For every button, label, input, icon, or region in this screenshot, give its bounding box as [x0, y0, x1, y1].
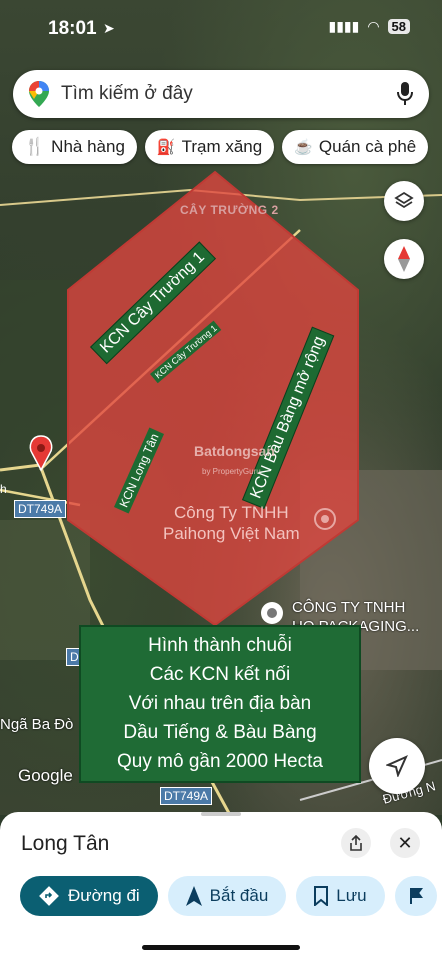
flag-icon: [409, 888, 423, 904]
chip-label: Nhà hàng: [51, 137, 125, 156]
chip-label: Trạm xăng: [181, 137, 263, 156]
google-logo: Google: [18, 766, 73, 785]
road-shield-dt749a-2: DT749A: [160, 787, 213, 805]
category-chips: 🍴 Nhà hàng ⛽ Trạm xăng ☕ Quán cà phê: [12, 130, 429, 164]
maps-pin-icon: [29, 81, 49, 107]
map-label-nga-ba: Ngã Ba Đò: [0, 716, 74, 733]
fork-knife-icon: 🍴: [24, 137, 46, 156]
place-title: Long Tân: [21, 832, 110, 855]
start-label: Bắt đầu: [209, 886, 269, 905]
paihong-line1: Công Ty TNHH: [174, 503, 289, 522]
bottom-sheet[interactable]: Long Tân ✕ Đường đi Bắt đầu Lưu: [0, 812, 442, 960]
compass-button[interactable]: [384, 239, 424, 279]
overlay-caption: Hình thành chuỗi Các KCN kết nối Với nha…: [79, 625, 361, 783]
action-row: Đường đi Bắt đầu Lưu: [20, 876, 437, 916]
layers-icon: [394, 191, 414, 209]
compass-icon: [398, 246, 410, 272]
caption-line-2: Các KCN kết nối: [149, 664, 291, 685]
microphone-icon[interactable]: [397, 82, 413, 106]
company-line1: CÔNG TY TNHH: [292, 599, 406, 616]
directions-button[interactable]: Đường đi: [20, 876, 158, 916]
search-bar[interactable]: Tìm kiếm ở đây: [13, 70, 429, 118]
map-label-cay-truong-2: CÂY TRƯỜNG 2: [180, 203, 279, 217]
search-input[interactable]: Tìm kiếm ở đây: [61, 83, 193, 105]
save-label: Lưu: [336, 886, 367, 905]
navigation-arrow-icon: [386, 755, 408, 777]
layers-button[interactable]: [384, 181, 424, 221]
status-right: ▮▮▮▮ ◠ 58: [328, 18, 410, 35]
share-icon: [350, 835, 362, 851]
bookmark-icon: [314, 886, 329, 906]
map-label-paihong: Công Ty TNHH Paihong Việt Nam: [163, 502, 300, 544]
status-time: 18:01: [48, 18, 97, 39]
company-pin-icon: [261, 602, 283, 624]
watermark-logo: Batdongsan by PropertyGuru: [194, 443, 275, 476]
gas-station-icon: ⛽: [156, 139, 176, 156]
location-arrow-icon: ➤: [103, 20, 115, 36]
sheet-drag-handle[interactable]: [201, 812, 241, 816]
chip-restaurant[interactable]: 🍴 Nhà hàng: [12, 130, 137, 164]
caption-line-5: Quy mô gần 2000 Hecta: [117, 751, 323, 772]
battery-icon: 58: [387, 19, 410, 34]
road-shield-dt749a-1: DT749A: [14, 500, 67, 518]
signal-icon: ▮▮▮▮: [328, 18, 360, 34]
wifi-icon: ◠: [367, 18, 380, 34]
caption-line-3: Với nhau trên địa bàn: [128, 693, 312, 714]
chip-coffee[interactable]: ☕ Quán cà phê: [282, 130, 429, 164]
close-button[interactable]: ✕: [390, 828, 420, 858]
coffee-icon: ☕: [294, 139, 313, 156]
directions-icon: [39, 886, 59, 906]
home-indicator: [142, 945, 300, 950]
close-icon: ✕: [397, 832, 413, 853]
more-action-button[interactable]: [394, 876, 437, 916]
paihong-line2: Paihong Việt Nam: [163, 524, 300, 543]
chip-label: Quán cà phê: [318, 137, 417, 156]
navigation-arrow-icon: [185, 886, 202, 906]
chip-gas-station[interactable]: ⛽ Trạm xăng: [144, 130, 275, 164]
directions-label: Đường đi: [68, 886, 140, 905]
map-label-partial: h: [0, 482, 7, 496]
status-bar: 18:01 ➤ ▮▮▮▮ ◠ 58: [0, 0, 442, 60]
my-location-button[interactable]: [369, 738, 425, 794]
start-button[interactable]: Bắt đầu: [167, 876, 287, 916]
share-button[interactable]: [341, 828, 371, 858]
caption-line-4: Dầu Tiếng & Bàu Bàng: [123, 722, 317, 743]
caption-line-1: Hình thành chuỗi: [148, 635, 292, 656]
save-button[interactable]: Lưu: [296, 876, 385, 916]
